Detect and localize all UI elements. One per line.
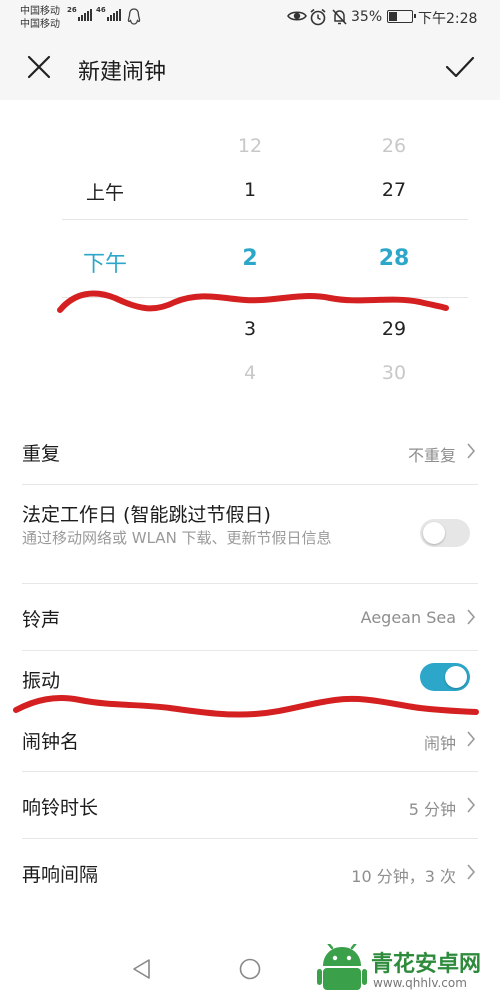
time-picker[interactable]: 上午 下午 12 1 2 3 4 26 27 28 29 30 — [0, 100, 500, 400]
android-robot-logo-icon — [317, 944, 367, 990]
period-option-am[interactable]: 上午 — [86, 178, 124, 205]
picker-selection-line-top — [62, 219, 468, 220]
close-icon — [27, 55, 51, 79]
snooze-interval-value: 10 分钟，3 次 — [351, 867, 456, 886]
minute-option[interactable]: 30 — [382, 362, 406, 384]
eye-icon — [287, 11, 307, 21]
minute-option[interactable]: 29 — [382, 318, 406, 340]
repeat-value: 不重复 — [407, 446, 456, 465]
legal-workday-subtitle: 通过移动网络或 WLAN 下载、更新节假日信息 — [22, 529, 332, 547]
home-icon[interactable] — [239, 958, 261, 980]
carrier-name-2: 中国移动 — [20, 19, 60, 30]
ringtone-value: Aegean Sea — [360, 608, 456, 627]
carrier-name-1: 中国移动 — [20, 6, 60, 17]
snooze-interval-label: 再响间隔 — [22, 864, 99, 886]
ring-duration-value: 5 分钟 — [408, 800, 456, 819]
battery-percentage: 35% — [351, 9, 383, 25]
watermark-text: 青花安卓网 — [371, 952, 482, 977]
vibrate-toggle[interactable] — [420, 663, 470, 691]
chevron-right-icon — [467, 797, 476, 813]
repeat-row[interactable]: 重复 不重复 — [0, 418, 500, 484]
hour-option[interactable]: 1 — [244, 179, 256, 201]
minute-option-selected[interactable]: 28 — [379, 246, 410, 271]
chevron-right-icon — [467, 864, 476, 880]
watermark-url: www.qhhlv.com — [373, 976, 467, 990]
close-button[interactable] — [22, 50, 56, 84]
chevron-right-icon — [467, 609, 476, 625]
qq-icon — [127, 8, 141, 25]
check-icon — [445, 56, 475, 78]
ringtone-row[interactable]: 铃声 Aegean Sea — [0, 584, 500, 650]
network-type-1: 26 — [67, 6, 77, 14]
network-type-2: 46 — [96, 6, 106, 14]
hour-option-selected[interactable]: 2 — [242, 246, 257, 271]
ring-duration-row[interactable]: 响铃时长 5 分钟 — [0, 772, 500, 838]
toggle-knob — [423, 522, 445, 544]
back-icon[interactable] — [131, 958, 153, 980]
chevron-right-icon — [467, 731, 476, 747]
vibrate-row[interactable]: 振动 — [0, 651, 500, 705]
picker-selection-line-bottom — [62, 297, 468, 298]
hour-option[interactable]: 3 — [244, 318, 256, 340]
legal-workday-row[interactable]: 法定工作日 (智能跳过节假日) 通过移动网络或 WLAN 下载、更新节假日信息 — [0, 485, 500, 583]
hour-option[interactable]: 12 — [238, 135, 262, 157]
status-bar: 中国移动 中国移动 26 46 35% 下午2:28 — [0, 0, 500, 36]
alarm-name-row[interactable]: 闹钟名 闹钟 — [0, 705, 500, 771]
minute-option[interactable]: 26 — [382, 135, 406, 157]
page-title: 新建闹钟 — [78, 60, 167, 85]
signal-icon — [107, 9, 121, 21]
vibrate-label: 振动 — [22, 670, 61, 692]
legal-workday-toggle[interactable] — [420, 519, 470, 547]
snooze-interval-row[interactable]: 再响间隔 10 分钟，3 次 — [0, 839, 500, 905]
ringtone-label: 铃声 — [22, 609, 61, 631]
watermark: 青花安卓网 www.qhhlv.com — [315, 942, 500, 1000]
signal-icon — [78, 9, 92, 21]
battery-icon — [387, 10, 416, 23]
confirm-button[interactable] — [442, 50, 478, 84]
status-time: 下午2:28 — [418, 11, 478, 27]
minute-option[interactable]: 27 — [382, 179, 406, 201]
title-bar: 新建闹钟 — [0, 36, 500, 100]
repeat-label: 重复 — [22, 443, 61, 465]
ring-duration-label: 响铃时长 — [22, 797, 99, 819]
legal-workday-label: 法定工作日 (智能跳过节假日) — [22, 504, 271, 526]
alarm-icon — [310, 8, 326, 26]
hour-option[interactable]: 4 — [244, 362, 256, 384]
alarm-name-label: 闹钟名 — [22, 731, 80, 753]
mute-icon — [332, 9, 347, 25]
toggle-knob — [445, 666, 467, 688]
period-option-pm-selected[interactable]: 下午 — [83, 246, 127, 278]
alarm-name-value: 闹钟 — [423, 734, 456, 753]
chevron-right-icon — [467, 443, 476, 459]
battery-fill — [389, 12, 397, 21]
